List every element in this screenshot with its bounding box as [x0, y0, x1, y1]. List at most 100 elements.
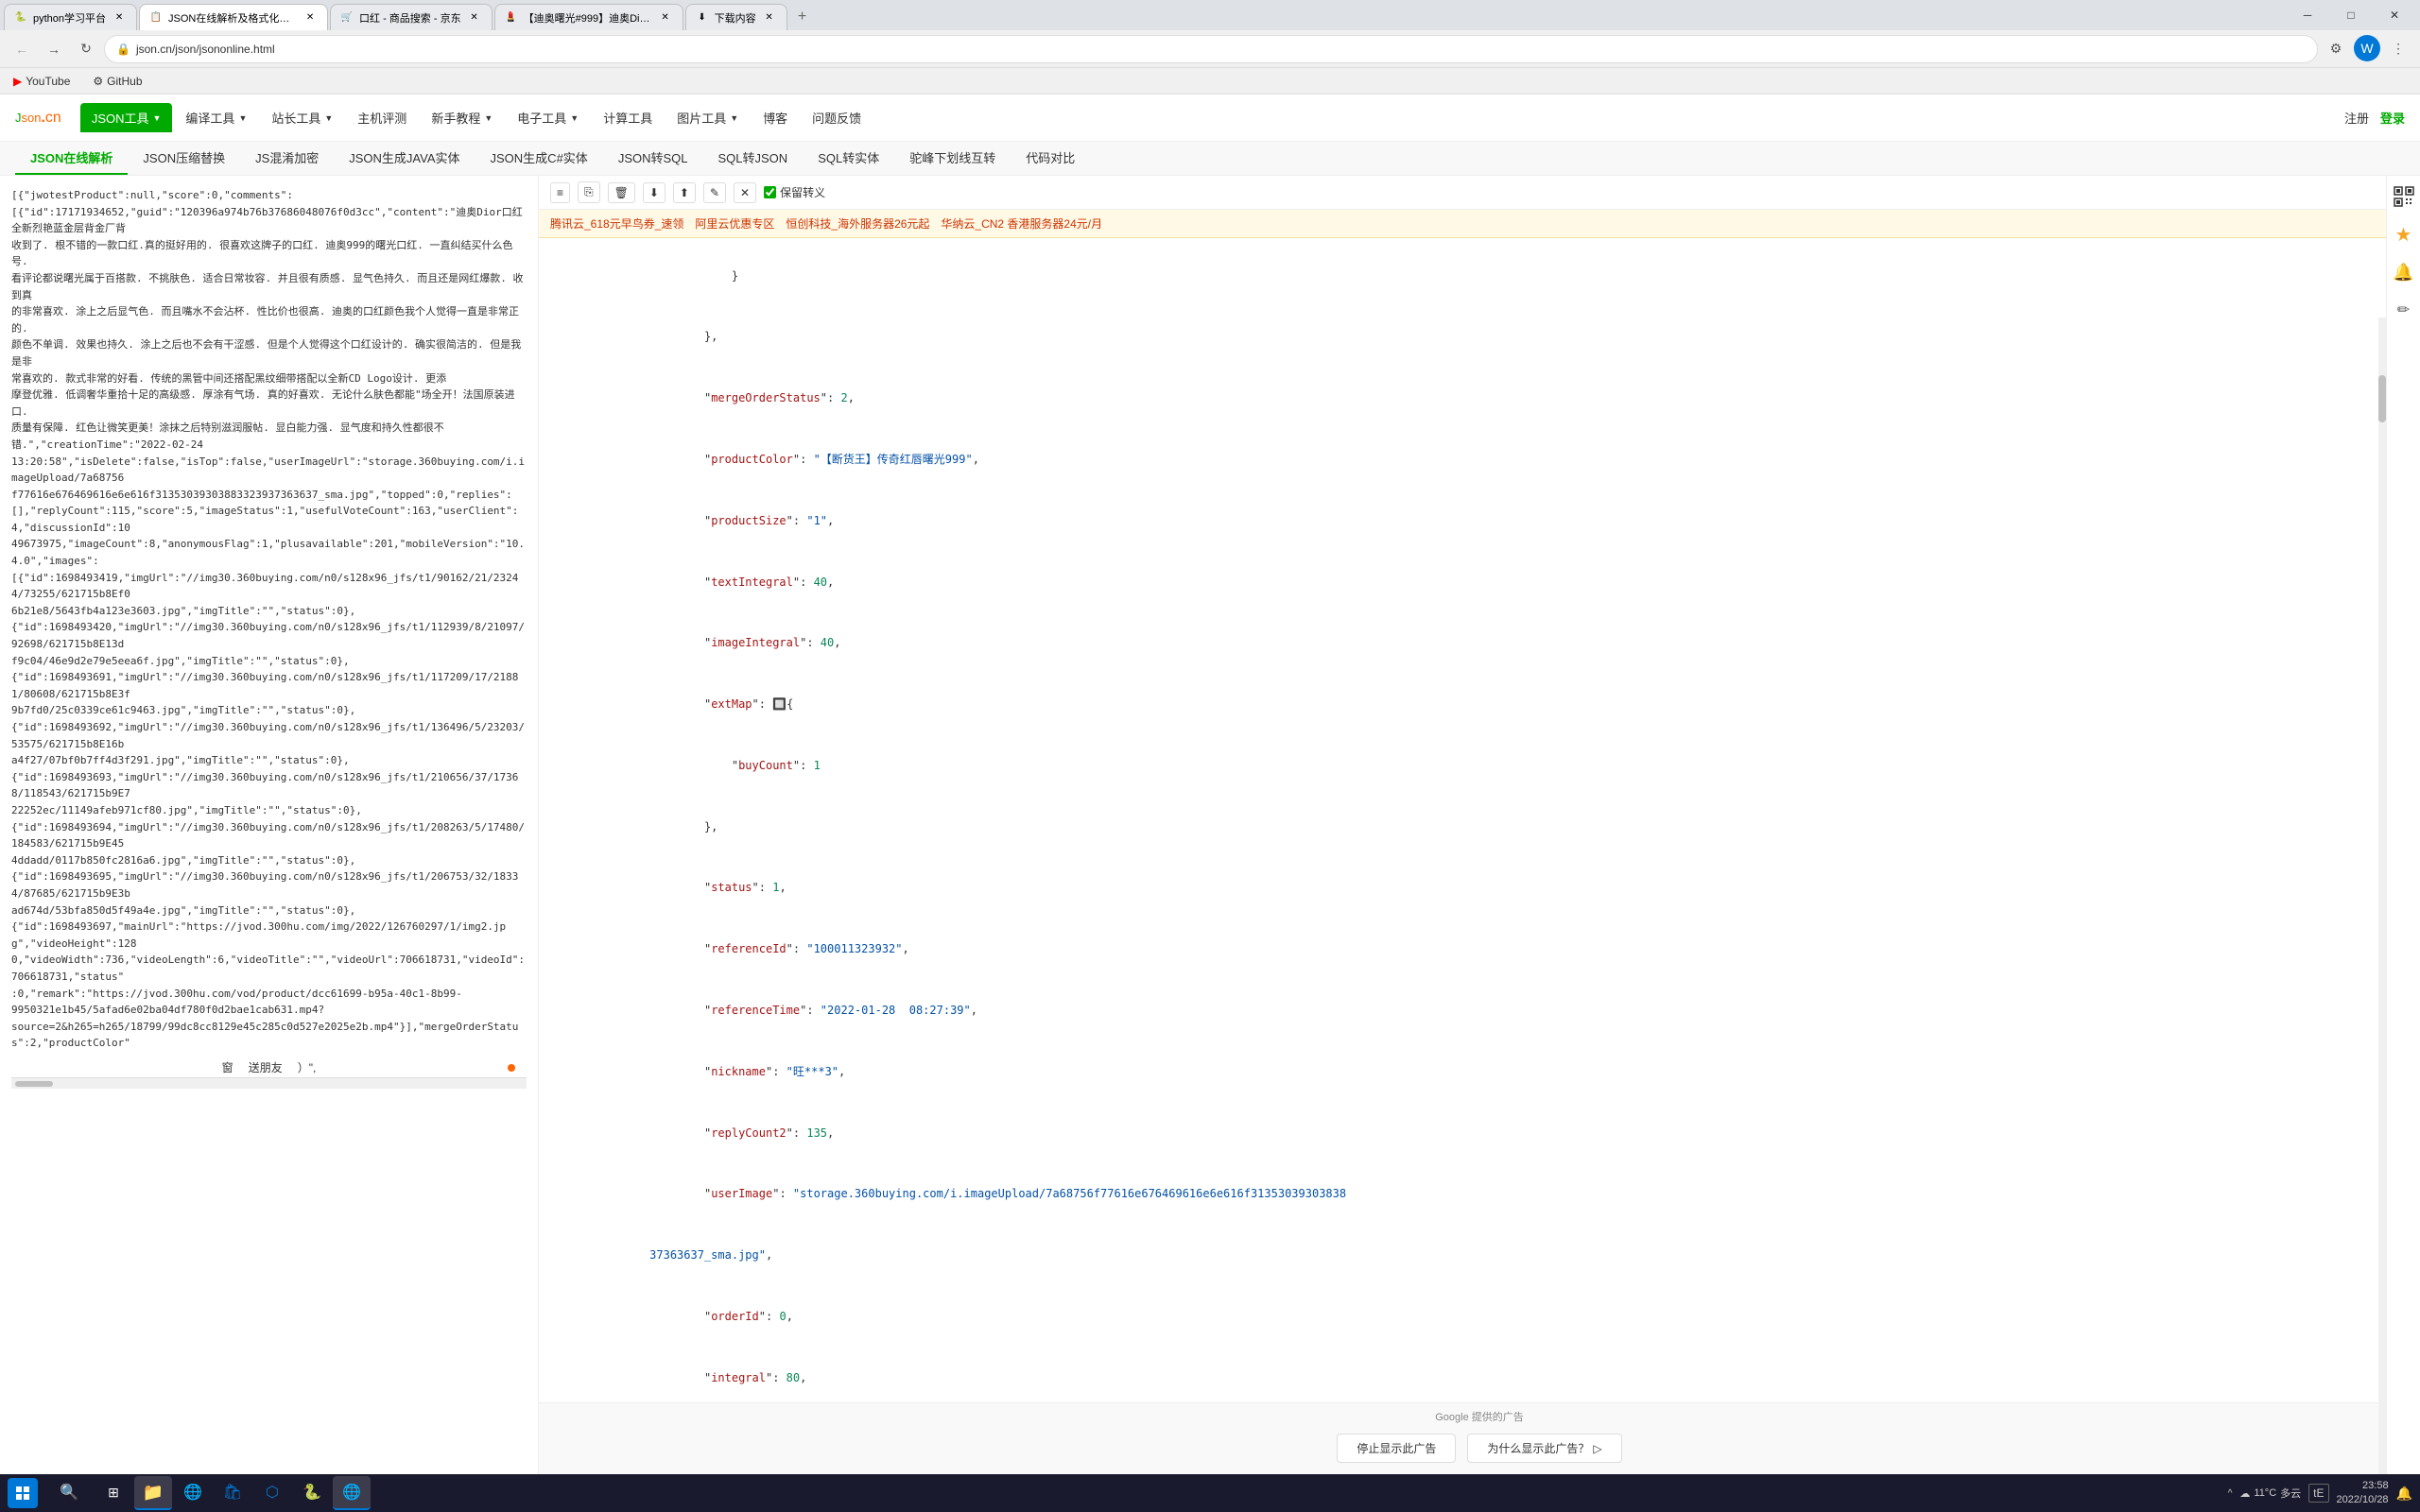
left-json-content[interactable]: [{"jwotestProduct":null,"score":0,"comme…: [11, 187, 527, 1052]
site-logo[interactable]: J son . cn: [15, 110, 61, 127]
ad-aliyun[interactable]: 阿里云优惠专区: [695, 215, 774, 232]
sec-nav-json-parse[interactable]: JSON在线解析: [15, 142, 128, 175]
bell-icon[interactable]: 🔔: [2391, 259, 2417, 285]
nav-electronic-tools[interactable]: 电子工具 ▼: [506, 103, 590, 132]
tab-close-download[interactable]: ✕: [762, 10, 777, 26]
nav-calc-tools[interactable]: 计算工具: [592, 103, 664, 132]
taskbar-store-app[interactable]: 🛍: [214, 1476, 251, 1510]
taskbar-edge-app[interactable]: 🌐: [174, 1476, 212, 1510]
register-button[interactable]: 注册: [2344, 109, 2369, 127]
tab-dior[interactable]: 💄 【迪奥曙光#999】迪奥Dior口红... ✕: [494, 4, 683, 30]
toolbar-delete-btn[interactable]: 🗑: [608, 182, 635, 203]
sec-nav-js-obfuscate[interactable]: JS混淆加密: [240, 142, 334, 175]
ad-tencent[interactable]: 腾讯云_618元早鸟券_速领: [550, 215, 683, 232]
bookmark-github[interactable]: ⚙ GitHub: [87, 73, 147, 90]
sec-nav-camel-case[interactable]: 驼峰下划线互转: [894, 142, 1011, 175]
github-icon: ⚙: [93, 75, 103, 88]
back-button[interactable]: ←: [8, 35, 36, 63]
tab-jd-search[interactable]: 🛒 口红 - 商品搜索 - 京东 ✕: [330, 4, 493, 30]
tab-favicon-dior: 💄: [505, 11, 518, 25]
tab-favicon-python: 🐍: [14, 11, 27, 25]
taskbar-search-app[interactable]: 🔍: [45, 1476, 93, 1510]
nav-electronic-dropdown: ▼: [570, 113, 579, 123]
nav-beginner-tutorials[interactable]: 新手教程 ▼: [420, 103, 504, 132]
toolbar-upload-btn[interactable]: ⬆: [673, 182, 696, 203]
main-layout: [{"jwotestProduct":null,"score":0,"comme…: [0, 176, 2420, 1474]
taskbar-taskview-app[interactable]: ⊞: [95, 1476, 132, 1510]
nav-calc-label: 计算工具: [603, 109, 652, 127]
ad-hengchuang[interactable]: 恒创科技_海外服务器26元起: [786, 215, 929, 232]
toolbar-edit-btn[interactable]: ✎: [703, 182, 726, 203]
explorer-icon: 📁: [143, 1483, 164, 1503]
sec-nav-sql-json[interactable]: SQL转JSON: [703, 142, 804, 175]
sec-nav-code-diff[interactable]: 代码对比: [1011, 142, 1090, 175]
stop-ad-button[interactable]: 停止显示此广告: [1337, 1434, 1456, 1463]
tab-close-jd[interactable]: ✕: [467, 10, 482, 26]
nav-right: ⚙ W ⋮: [2322, 35, 2412, 63]
taskbar-search-icon: 🔍: [60, 1483, 78, 1502]
menu-button[interactable]: ⋮: [2384, 35, 2412, 63]
sec-nav-json-java[interactable]: JSON生成JAVA实体: [334, 142, 475, 175]
nav-compile-tools[interactable]: 编译工具 ▼: [174, 103, 258, 132]
star-icon[interactable]: ★: [2391, 221, 2417, 248]
minimize-button[interactable]: ─: [2286, 0, 2329, 30]
nav-json-tools-label: JSON工具: [92, 109, 149, 127]
bookmarks-bar: ▶ YouTube ⚙ GitHub: [0, 68, 2420, 94]
toolbar-close-btn[interactable]: ✕: [734, 182, 756, 203]
refresh-button[interactable]: ↻: [72, 35, 100, 63]
why-ad-button[interactable]: 为什么显示此广告？ ▷: [1467, 1434, 1621, 1463]
nav-image-tools[interactable]: 图片工具 ▼: [666, 103, 750, 132]
why-ad-label: 为什么显示此广告？: [1487, 1440, 1589, 1456]
json-line-productsize: "productSize": "1",: [554, 490, 2378, 552]
nav-feedback[interactable]: 问题反馈: [801, 103, 873, 132]
tab-close-json[interactable]: ✕: [302, 10, 318, 26]
profile-button[interactable]: W: [2354, 35, 2380, 61]
nav-json-tools[interactable]: JSON工具 ▼: [80, 103, 173, 132]
notification-btn[interactable]: 🔔: [2396, 1486, 2412, 1502]
taskbar-explorer-app[interactable]: 📁: [134, 1476, 172, 1510]
pencil-icon[interactable]: ✏: [2391, 297, 2417, 323]
bookmark-youtube[interactable]: ▶ YouTube: [8, 73, 76, 90]
start-button[interactable]: [8, 1478, 38, 1508]
weather-desc: 多云: [2280, 1486, 2301, 1501]
sec-nav-json-sql[interactable]: JSON转SQL: [603, 142, 703, 175]
qr-code-icon[interactable]: [2391, 183, 2417, 210]
json-line-orderid: "orderId": 0,: [554, 1286, 2378, 1348]
ad-banner: 腾讯云_618元早鸟券_速领 阿里云优惠专区 恒创科技_海外服务器26元起 华纳…: [539, 210, 2420, 238]
right-scrollbar-thumb[interactable]: [2378, 375, 2386, 422]
forward-button[interactable]: →: [40, 35, 68, 63]
address-bar[interactable]: 🔒 json.cn/json/jsononline.html: [104, 35, 2318, 63]
nav-host-review[interactable]: 主机评测: [346, 103, 418, 132]
tab-python[interactable]: 🐍 python学习平台 ✕: [4, 4, 137, 30]
ad-stop-bar: 停止显示此广告 为什么显示此广告？ ▷: [550, 1428, 2409, 1469]
sec-nav-json-csharp[interactable]: JSON生成C#实体: [475, 142, 603, 175]
nav-image-dropdown: ▼: [730, 113, 738, 123]
github-label: GitHub: [107, 75, 142, 88]
taskbar-vscode-app[interactable]: ⬡: [253, 1476, 291, 1510]
tray-arrow[interactable]: ^: [2228, 1488, 2233, 1499]
toolbar-format-btn[interactable]: ≡: [550, 182, 570, 203]
extensions-button[interactable]: ⚙: [2322, 35, 2350, 63]
tab-download[interactable]: ⬇ 下载内容 ✕: [685, 4, 787, 30]
new-tab-button[interactable]: +: [789, 4, 816, 30]
tab-json[interactable]: 📋 JSON在线解析及格式化验证 - JS... ✕: [139, 4, 328, 30]
taskbar-python-app[interactable]: 🐍: [293, 1476, 331, 1510]
nav-blog[interactable]: 博客: [752, 103, 799, 132]
login-button[interactable]: 登录: [2380, 109, 2405, 127]
nav-webmaster-tools[interactable]: 站长工具 ▼: [260, 103, 344, 132]
sec-nav-sql-entity[interactable]: SQL转实体: [803, 142, 894, 175]
sec-nav-json-compress[interactable]: JSON压缩替换: [128, 142, 240, 175]
maximize-button[interactable]: □: [2329, 0, 2373, 30]
preserve-escape-checkbox[interactable]: 保留转义: [764, 184, 825, 200]
close-button[interactable]: ✕: [2373, 0, 2416, 30]
preserve-escape-input[interactable]: [764, 186, 776, 198]
toolbar-copy-btn[interactable]: ⎘: [578, 181, 600, 203]
tab-close-python[interactable]: ✕: [112, 10, 127, 26]
left-scrollbar-thumb[interactable]: [15, 1081, 53, 1087]
ad-huanayun[interactable]: 华纳云_CN2 香港服务器24元/月: [941, 215, 1102, 232]
json-line-userimage: "userImage": "storage.360buying.com/i.im…: [554, 1164, 2378, 1226]
toolbar-download-btn[interactable]: ⬇: [643, 182, 666, 203]
taskbar-browser-app[interactable]: 🌐: [333, 1476, 371, 1510]
tab-close-dior[interactable]: ✕: [658, 10, 673, 26]
json-toolbar: ≡ ⎘ 🗑 ⬇ ⬆ ✎ ✕ 保留转义: [539, 176, 2420, 210]
